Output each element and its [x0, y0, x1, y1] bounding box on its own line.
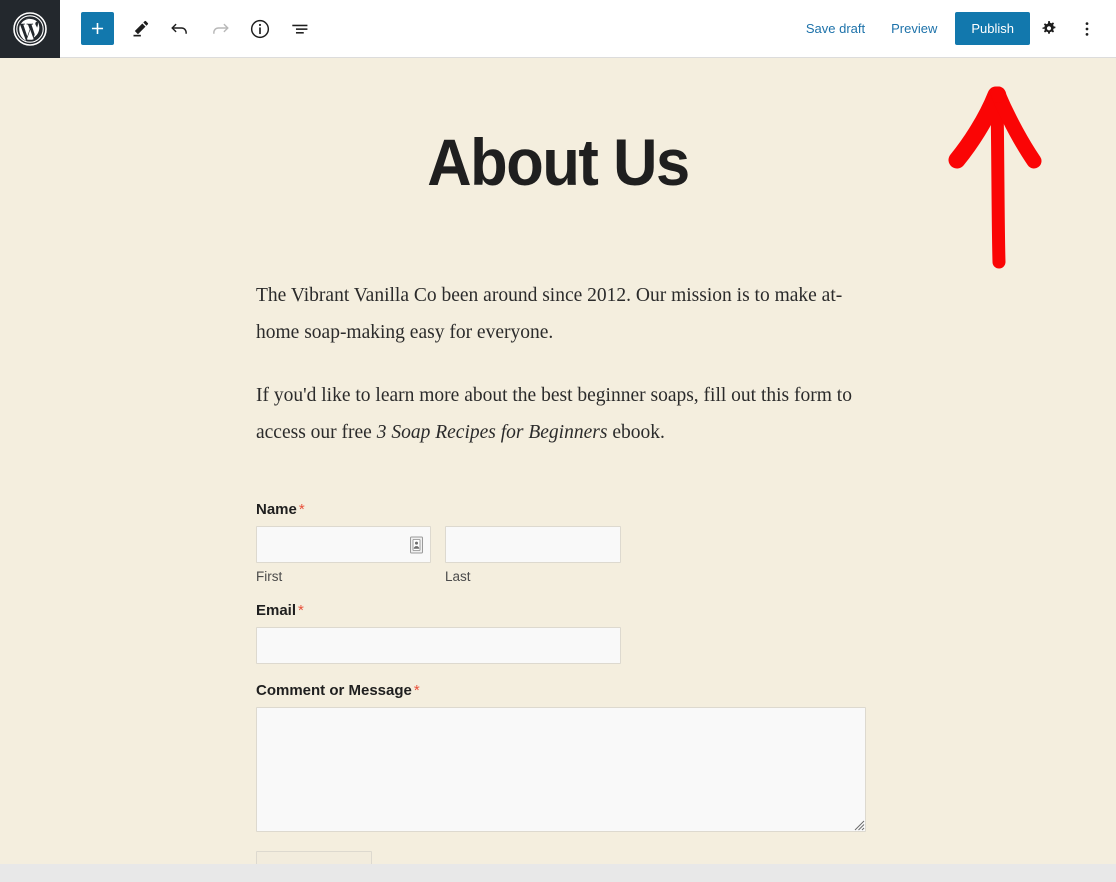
name-row: First Last	[256, 526, 863, 584]
save-draft-button[interactable]: Save draft	[793, 14, 878, 43]
name-required-asterisk: *	[298, 501, 305, 518]
toolbar-right-group: Save draft Preview Publish	[793, 10, 1116, 48]
message-label-text: Comment or Message	[256, 682, 412, 699]
paragraph-2-text-end: ebook.	[607, 421, 665, 443]
wordpress-block-editor: Save draft Preview Publish About Us The …	[0, 0, 1116, 882]
viewport-bottom-strip	[0, 864, 1116, 882]
page-title[interactable]: About Us	[39, 124, 1077, 200]
edit-tool-button[interactable]	[120, 9, 160, 49]
last-name-input[interactable]	[445, 526, 621, 563]
publish-button[interactable]: Publish	[955, 12, 1030, 45]
submit-button[interactable]: Submit	[256, 851, 373, 864]
toolbar-left-group	[60, 9, 320, 49]
email-label: Email *	[256, 602, 863, 619]
editor-toolbar: Save draft Preview Publish	[0, 0, 1116, 58]
settings-button[interactable]	[1030, 10, 1068, 48]
email-required-asterisk: *	[298, 602, 304, 619]
name-label: Name *	[256, 501, 863, 518]
post-content-canvas[interactable]: About Us The Vibrant Vanilla Co been aro…	[0, 58, 1116, 864]
list-view-button[interactable]	[280, 9, 320, 49]
first-name-column: First	[256, 526, 431, 584]
email-input[interactable]	[256, 627, 621, 664]
last-name-sublabel: Last	[445, 569, 471, 584]
first-name-input[interactable]	[256, 526, 431, 563]
paragraph-block-2[interactable]: If you'd like to learn more about the be…	[256, 378, 863, 451]
paragraph-block-1[interactable]: The Vibrant Vanilla Co been around since…	[256, 278, 863, 351]
email-label-text: Email	[256, 602, 297, 619]
wordpress-logo-icon[interactable]	[0, 0, 60, 58]
message-textarea[interactable]	[256, 707, 866, 832]
name-field-group: Name * First Last	[256, 501, 863, 584]
post-body: The Vibrant Vanilla Co been around since…	[253, 278, 866, 864]
first-name-sublabel: First	[256, 569, 283, 584]
preview-button[interactable]: Preview	[878, 14, 950, 43]
contact-form-block[interactable]: Name * First Last Email * Comment or Mes…	[256, 501, 866, 864]
details-button[interactable]	[240, 9, 280, 49]
kebab-menu-icon	[1085, 21, 1089, 36]
undo-button[interactable]	[160, 9, 200, 49]
message-textarea-wrap	[256, 707, 866, 832]
message-label: Comment or Message *	[256, 682, 863, 699]
message-required-asterisk: *	[413, 682, 420, 699]
email-field-group: Email *	[256, 602, 863, 664]
name-label-text: Name	[256, 501, 297, 518]
first-name-input-wrap	[256, 526, 431, 563]
gear-icon	[1042, 20, 1056, 34]
more-options-button[interactable]	[1068, 10, 1106, 48]
message-field-group: Comment or Message *	[256, 682, 866, 832]
redo-button[interactable]	[200, 9, 240, 49]
last-name-column: Last	[445, 526, 621, 584]
add-block-button[interactable]	[81, 12, 114, 45]
ebook-title-italic: 3 Soap Recipes for Beginners	[376, 421, 608, 443]
